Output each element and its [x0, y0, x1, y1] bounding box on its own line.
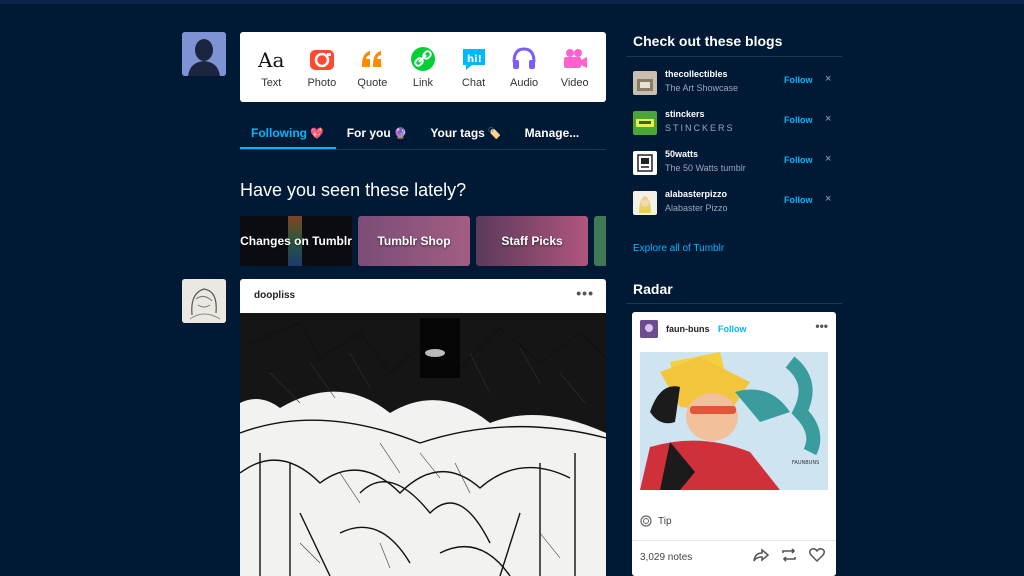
blog-name[interactable]: thecollectibles — [665, 69, 728, 79]
blog-name[interactable]: 50watts — [665, 149, 698, 159]
notes-count[interactable]: 3,029 notes — [640, 552, 692, 563]
post-author-name[interactable]: doopliss — [254, 290, 295, 301]
blog-title: The Art Showcase — [665, 83, 739, 93]
blog-avatar[interactable] — [633, 111, 657, 135]
compose-text-label: Text — [261, 77, 282, 89]
carousel-card-label: Changes on Tumblr — [240, 234, 352, 248]
compose-chat-button[interactable]: hi! Chat — [450, 45, 498, 89]
compose-bar: Aa Text Photo Quote Link hi! Chat Audio … — [240, 32, 606, 102]
carousel-card-label: Tumblr Shop — [377, 234, 451, 248]
compose-video-button[interactable]: Video — [551, 45, 599, 89]
compose-audio-button[interactable]: Audio — [500, 45, 548, 89]
crystal-ball-icon: 🔮 — [393, 128, 408, 140]
user-avatar[interactable] — [182, 32, 226, 76]
reblog-icon[interactable] — [780, 546, 802, 564]
post-options-button[interactable]: ••• — [576, 285, 594, 301]
chat-icon: hi! — [462, 49, 485, 70]
tab-for-you[interactable]: For you 🔮 — [336, 118, 420, 149]
radar-author-name[interactable]: faun-buns — [666, 324, 710, 334]
blog-avatar[interactable] — [633, 151, 657, 175]
compose-chat-label: Chat — [461, 77, 486, 89]
radar-author-avatar[interactable] — [640, 320, 658, 338]
explore-all-link[interactable]: Explore all of Tumblr — [633, 243, 724, 254]
heart-icon: 💖 — [310, 128, 324, 140]
compose-quote-button[interactable]: Quote — [348, 45, 396, 89]
heart-icon[interactable] — [808, 546, 830, 564]
divider — [626, 303, 842, 304]
svg-text:Aa: Aa — [257, 48, 284, 72]
feed-tabs: Following 💖 For you 🔮 Your tags 🏷️ Manage..… — [240, 118, 606, 150]
blog-title: STINCKERS — [665, 123, 735, 133]
carousel: Changes on Tumblr Tumblr Shop Staff Pick… — [240, 216, 606, 266]
radar-image[interactable]: FAUNBUNS — [640, 352, 828, 490]
tab-your-tags[interactable]: Your tags 🏷️ — [419, 118, 513, 149]
recommended-blog-row[interactable]: alabasterpizzo Alabaster Pizzo Follow × — [633, 189, 841, 223]
camera-icon — [309, 50, 334, 70]
recommended-blogs-heading: Check out these blogs — [633, 33, 783, 49]
compose-photo-button[interactable]: Photo — [298, 45, 346, 89]
carousel-card-partial[interactable] — [594, 216, 606, 266]
top-border — [0, 0, 1024, 4]
link-icon — [410, 47, 435, 71]
tag-icon: 🏷️ — [487, 128, 502, 140]
compose-audio-label: Audio — [510, 77, 539, 89]
follow-button[interactable]: Follow — [784, 195, 813, 205]
carousel-heading: Have you seen these lately? — [240, 180, 467, 200]
art-signature: FAUNBUNS — [792, 460, 819, 466]
compose-video-label: Video — [560, 77, 589, 89]
close-icon[interactable]: × — [825, 73, 831, 85]
tab-for-you-label: For you — [346, 126, 391, 140]
divider — [626, 56, 842, 57]
radar-options-button[interactable]: ••• — [815, 319, 828, 333]
blog-avatar[interactable] — [633, 71, 657, 95]
tab-following[interactable]: Following 💖 — [240, 118, 336, 149]
post-author-avatar[interactable] — [182, 279, 226, 323]
post-actions — [746, 546, 830, 564]
post-card: doopliss ••• — [240, 279, 606, 576]
compose-text-button[interactable]: Aa Text — [247, 45, 295, 89]
recommended-blog-row[interactable]: thecollectibles The Art Showcase Follow … — [633, 69, 841, 103]
close-icon[interactable]: × — [825, 113, 831, 125]
compose-photo-label: Photo — [307, 77, 337, 89]
blog-title: Alabaster Pizzo — [665, 203, 728, 213]
follow-button[interactable]: Follow — [784, 115, 813, 125]
share-icon[interactable] — [752, 546, 774, 564]
follow-button[interactable]: Follow — [784, 155, 813, 165]
blog-avatar[interactable] — [633, 191, 657, 215]
carousel-card-label: Staff Picks — [501, 234, 563, 248]
tab-following-label: Following — [251, 126, 307, 140]
carousel-card-staff-picks[interactable]: Staff Picks — [476, 216, 588, 266]
blog-title: The 50 Watts tumblr — [665, 163, 746, 173]
quote-icon — [362, 51, 382, 67]
headphones-icon — [512, 47, 536, 69]
coin-icon — [640, 515, 652, 527]
carousel-card-shop[interactable]: Tumblr Shop — [358, 216, 470, 266]
text-icon: Aa — [257, 48, 284, 72]
radar-follow-button[interactable]: Follow — [718, 324, 747, 334]
tip-label: Tip — [658, 515, 672, 527]
tab-manage[interactable]: Manage... — [514, 118, 592, 149]
close-icon[interactable]: × — [825, 153, 831, 165]
tab-your-tags-label: Your tags — [430, 126, 485, 140]
radar-card: faun-buns Follow ••• FAUNBUNS Tip 3,029 … — [632, 312, 836, 576]
radar-heading: Radar — [633, 281, 673, 297]
svg-text:hi!: hi! — [467, 54, 482, 65]
tip-button[interactable]: Tip — [640, 515, 672, 527]
video-camera-icon — [563, 49, 587, 68]
compose-link-label: Link — [412, 77, 434, 89]
blog-name[interactable]: alabasterpizzo — [665, 189, 727, 199]
blog-name[interactable]: stinckers — [665, 109, 705, 119]
tab-manage-label: Manage... — [524, 126, 580, 140]
follow-button[interactable]: Follow — [784, 75, 813, 85]
carousel-card-changes[interactable]: Changes on Tumblr — [240, 216, 352, 266]
recommended-blog-row[interactable]: stinckers STINCKERS Follow × — [633, 109, 841, 143]
compose-link-button[interactable]: Link — [399, 45, 447, 89]
recommended-blog-row[interactable]: 50watts The 50 Watts tumblr Follow × — [633, 149, 841, 183]
compose-quote-label: Quote — [357, 77, 388, 89]
post-image[interactable] — [240, 313, 606, 576]
divider — [632, 540, 836, 541]
close-icon[interactable]: × — [825, 193, 831, 205]
